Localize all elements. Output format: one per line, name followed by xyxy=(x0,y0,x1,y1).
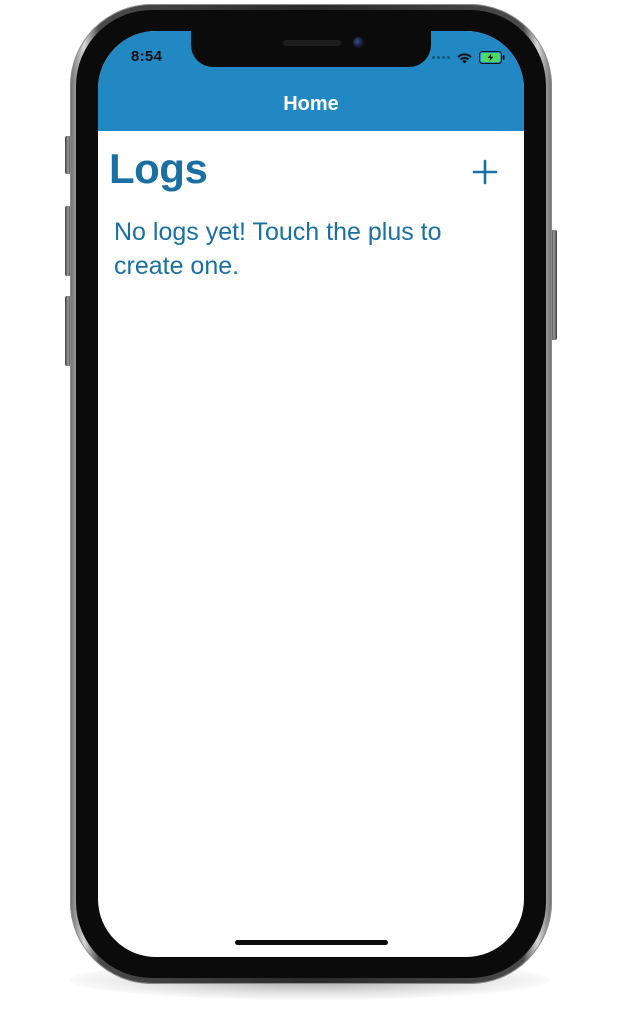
signal-dots-icon xyxy=(432,55,450,59)
nav-title: Home xyxy=(283,93,339,115)
front-camera xyxy=(353,37,364,48)
wifi-icon xyxy=(456,51,473,64)
speaker-grille xyxy=(283,40,341,46)
add-log-button[interactable] xyxy=(470,157,500,187)
navigation-header: 8:54 Home xyxy=(98,31,524,131)
battery-charging-icon xyxy=(479,50,506,64)
status-icons xyxy=(432,50,506,64)
plus-icon xyxy=(472,159,498,185)
empty-state-message: No logs yet! Touch the plus to create on… xyxy=(114,218,442,280)
device-notch xyxy=(191,31,431,67)
app-screen: 8:54 Home Logs No logs yet! Touch the pl… xyxy=(98,31,524,957)
page-title: Logs xyxy=(109,145,208,192)
home-indicator[interactable] xyxy=(235,940,388,945)
status-time: 8:54 xyxy=(131,48,163,65)
